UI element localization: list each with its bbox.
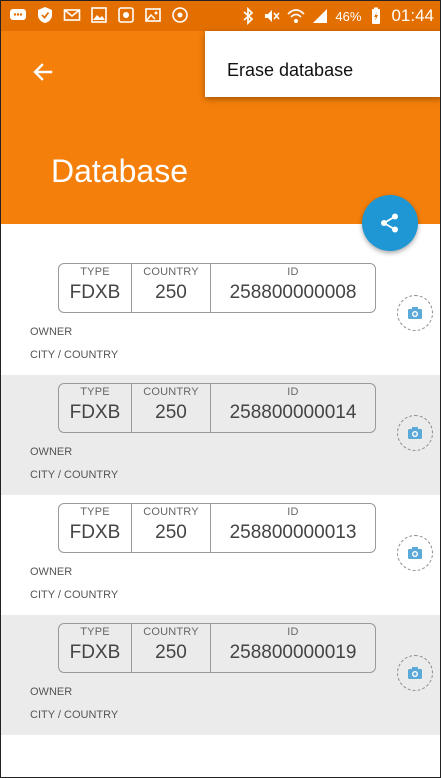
id-cell: ID 258800000008 [211, 264, 375, 312]
city-country-label: CITY / COUNTRY [30, 589, 119, 601]
system-status: 46% 01:44 [239, 6, 434, 26]
country-cell: COUNTRY 250 [132, 624, 211, 672]
type-label: TYPE [80, 506, 110, 518]
erase-database-menu-item[interactable]: Erase database [227, 60, 353, 81]
signal-icon [311, 7, 329, 25]
country-label: COUNTRY [143, 386, 199, 398]
list-item[interactable]: TYPE FDXB COUNTRY 250 ID 258800000014 OW… [1, 375, 440, 495]
type-cell: TYPE FDXB [59, 264, 132, 312]
app-icon [117, 6, 135, 24]
id-cell: ID 258800000014 [211, 384, 375, 432]
country-cell: COUNTRY 250 [132, 384, 211, 432]
country-cell: COUNTRY 250 [132, 264, 211, 312]
city-country-label: CITY / COUNTRY [30, 709, 119, 721]
id-value: 258800000019 [229, 642, 357, 663]
bluetooth-icon [239, 7, 257, 25]
id-label: ID [287, 506, 299, 518]
type-value: FDXB [69, 402, 121, 423]
tag-list: TYPE FDXB COUNTRY 250 ID 258800000008 OW… [1, 255, 440, 735]
type-label: TYPE [80, 386, 110, 398]
share-icon [381, 213, 398, 233]
owner-label: OWNER [30, 446, 73, 458]
country-label: COUNTRY [143, 506, 199, 518]
camera-button[interactable] [397, 535, 433, 571]
type-cell: TYPE FDXB [59, 624, 132, 672]
id-value: 258800000008 [229, 282, 357, 303]
camera-icon [408, 307, 422, 319]
camera-icon [408, 667, 422, 679]
type-cell: TYPE FDXB [59, 504, 132, 552]
id-label: ID [287, 386, 299, 398]
camera-icon [408, 427, 422, 439]
list-item[interactable]: TYPE FDXB COUNTRY 250 ID 258800000008 OW… [1, 255, 440, 375]
battery-icon [367, 7, 385, 25]
id-label: ID [287, 266, 299, 278]
share-button[interactable] [362, 195, 418, 251]
owner-label: OWNER [30, 326, 73, 338]
alert-icon [171, 6, 189, 24]
id-cell: ID 258800000013 [211, 504, 375, 552]
tag-card: TYPE FDXB COUNTRY 250 ID 258800000008 [58, 263, 376, 313]
country-label: COUNTRY [143, 626, 199, 638]
notification-icons [9, 6, 189, 24]
owner-label: OWNER [30, 686, 73, 698]
list-item[interactable]: TYPE FDXB COUNTRY 250 ID 258800000013 OW… [1, 495, 440, 615]
photo-icon [144, 6, 162, 24]
shield-icon [36, 6, 54, 24]
overflow-menu: Erase database [205, 31, 440, 97]
id-value: 258800000013 [229, 522, 357, 543]
mute-icon [263, 7, 281, 25]
mail-icon [63, 6, 81, 24]
country-value: 250 [155, 642, 187, 663]
wifi-icon [287, 7, 306, 25]
country-cell: COUNTRY 250 [132, 504, 211, 552]
country-value: 250 [155, 402, 187, 423]
app-screen: 46% 01:44 Database Erase database TYPE F… [0, 0, 441, 778]
camera-button[interactable] [397, 655, 433, 691]
id-value: 258800000014 [229, 402, 357, 423]
tag-card: TYPE FDXB COUNTRY 250 ID 258800000019 [58, 623, 376, 673]
arrow-left-icon[interactable] [29, 58, 57, 86]
country-value: 250 [155, 282, 187, 303]
id-cell: ID 258800000019 [211, 624, 375, 672]
camera-button[interactable] [397, 295, 433, 331]
type-value: FDXB [69, 642, 121, 663]
tag-card: TYPE FDXB COUNTRY 250 ID 258800000014 [58, 383, 376, 433]
type-label: TYPE [80, 626, 110, 638]
list-item[interactable]: TYPE FDXB COUNTRY 250 ID 258800000019 OW… [1, 615, 440, 735]
city-country-label: CITY / COUNTRY [30, 469, 119, 481]
type-value: FDXB [69, 282, 121, 303]
page-title: Database [51, 153, 188, 189]
city-country-label: CITY / COUNTRY [30, 349, 119, 361]
battery-percent: 46% [335, 8, 362, 24]
id-label: ID [287, 626, 299, 638]
camera-icon [408, 547, 422, 559]
country-value: 250 [155, 522, 187, 543]
image-icon [90, 6, 108, 24]
type-cell: TYPE FDXB [59, 384, 132, 432]
tag-card: TYPE FDXB COUNTRY 250 ID 258800000013 [58, 503, 376, 553]
clock: 01:44 [391, 6, 434, 25]
status-bar: 46% 01:44 [1, 1, 440, 31]
owner-label: OWNER [30, 566, 73, 578]
type-label: TYPE [80, 266, 110, 278]
type-value: FDXB [69, 522, 121, 543]
camera-button[interactable] [397, 415, 433, 451]
country-label: COUNTRY [143, 266, 199, 278]
chat-icon [9, 6, 27, 24]
